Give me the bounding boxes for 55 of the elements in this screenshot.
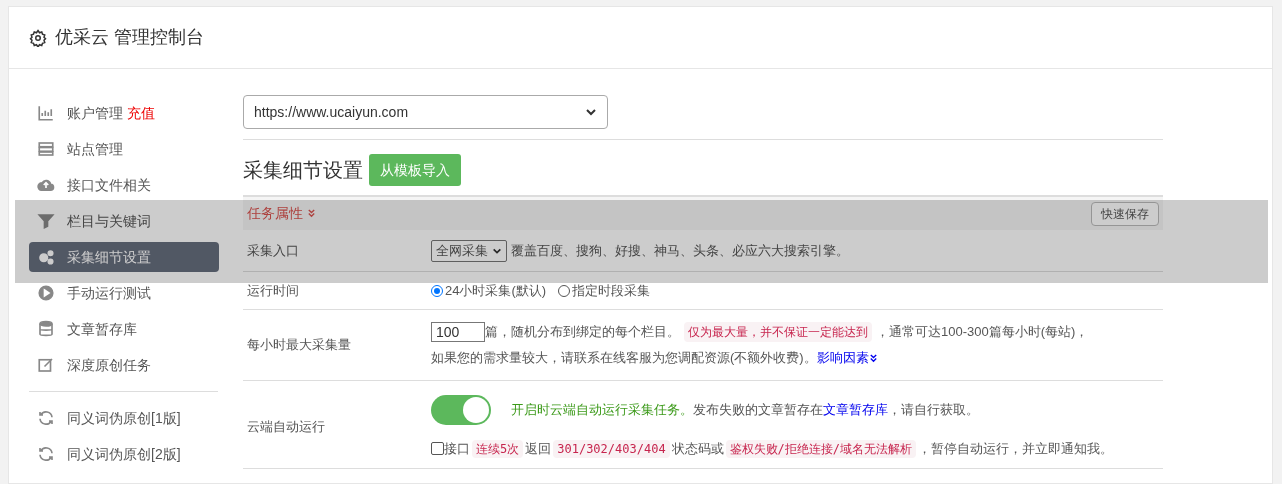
play-icon (37, 284, 55, 302)
help-text: 返回 (525, 440, 552, 458)
help-text: 覆盖百度、搜狗、好搜、神马、头条、必应六大搜索引擎。 (511, 241, 849, 260)
sidebar-item[interactable]: 同义词伪原创[2版] (29, 439, 219, 469)
field-label: 运行时间 (247, 281, 299, 300)
sidebar-item[interactable]: 栏目与关键词 (29, 206, 219, 236)
filter-icon (37, 212, 55, 230)
code-tag: 鉴权失败/拒绝连接/域名无法解析 (725, 439, 917, 458)
double-chevron-icon (307, 209, 316, 218)
help-text: 状态码或 (671, 440, 724, 458)
help-text: ，通常可达100-300篇每小时(每站)， (876, 323, 1089, 341)
radio-option[interactable]: 24小时采集(默认) (431, 280, 547, 301)
help-text: 发布失败的文章暂存在 (693, 401, 823, 420)
influence-factors-link[interactable]: 影响因素 (816, 345, 878, 371)
article-storage-link[interactable]: 文章暂存库 (823, 400, 888, 420)
help-text: ，请自行获取。 (888, 401, 979, 420)
site-select[interactable]: https://www.ucaiyun.com (243, 95, 608, 129)
sidebar-item[interactable]: 采集细节设置 (29, 242, 219, 272)
toggle-switch[interactable] (431, 395, 491, 425)
sidebar-label: 账户管理 (67, 103, 123, 123)
sidebar-item[interactable]: 接口文件相关 (29, 170, 219, 200)
code-tag: 301/302/403/404 (553, 439, 670, 458)
sidebar-item[interactable]: 手动运行测试 (29, 278, 219, 308)
recharge-link[interactable]: 充值 (127, 102, 155, 124)
field-label: 云端自动运行 (247, 419, 325, 434)
server-icon (37, 140, 55, 158)
checkbox[interactable] (431, 442, 444, 456)
sidebar-item[interactable]: 文章暂存库 (29, 314, 219, 344)
bar-chart-icon (37, 104, 55, 122)
sidebar-item[interactable]: 账户管理 充值 (29, 98, 219, 128)
database-icon (37, 320, 55, 338)
refresh-icon (37, 445, 55, 463)
refresh-icon (37, 409, 55, 427)
help-text: 如果您的需求量较大，请联系在线客服为您调配资源(不额外收费)。 (431, 349, 817, 367)
chevron-down-icon (585, 106, 597, 118)
edit-icon (37, 356, 55, 374)
sidebar-item[interactable]: 同义词伪原创[1版] (29, 403, 219, 433)
toggle-hint: 开启时云端自动运行采集任务。 (511, 401, 693, 420)
help-text: 篇，随机分布到绑定的每个栏目。 (485, 323, 680, 341)
code-tag: 连续5次 (472, 439, 524, 458)
quantity-input[interactable]: 100 (431, 322, 485, 342)
quick-save-button[interactable]: 快速保存 (1091, 201, 1159, 226)
sidebar-item[interactable]: 深度原创任务 (29, 350, 219, 380)
warning-note: 仅为最大量，并不保证一定能达到 (684, 322, 872, 342)
section-title: 采集细节设置 (243, 158, 363, 183)
double-chevron-icon (868, 353, 878, 363)
help-text: ，暂停自动运行，并立即通知我。 (918, 440, 1114, 458)
field-label: 每小时最大采集量 (247, 336, 351, 355)
help-text: 接口 (444, 440, 470, 458)
source-select[interactable]: 全网采集 (431, 239, 507, 262)
settings-icon (29, 28, 47, 47)
field-label: 采集入口 (247, 241, 299, 260)
sidebar-item[interactable]: 站点管理 (29, 134, 219, 164)
app-title: 优采云 管理控制台 (55, 26, 204, 49)
radio-option[interactable]: 指定时段采集 (558, 280, 651, 301)
